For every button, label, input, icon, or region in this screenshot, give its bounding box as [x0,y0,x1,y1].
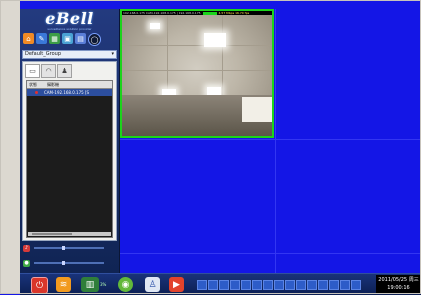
group-select-value: Default_Group [25,51,61,57]
layout-button[interactable] [307,280,317,290]
layout-button[interactable] [329,280,339,290]
record-icon[interactable]: ▦ [49,33,60,44]
cpu-usage: 3% [100,282,107,287]
group-select[interactable]: Default_Group ▾ [22,50,117,59]
device-panel: ▭ ◠ ♟ 状態 攝影機 CAM-192.168.0.175 [S [22,61,117,241]
user-icon[interactable]: ♙ [145,277,160,292]
playback-icon[interactable]: ▤ [75,33,86,44]
layout-button[interactable] [230,280,240,290]
layout-button[interactable] [340,280,350,290]
grid-divider [120,139,421,140]
grid-divider [120,253,421,254]
mic-volume-knob[interactable] [62,261,65,265]
camera-list: 状態 攝影機 CAM-192.168.0.175 [S [26,80,113,238]
logo-text: eBell [45,9,94,28]
mic-volume-row: ● [23,258,117,268]
layout-button[interactable] [241,280,251,290]
clock-time: 19:00:16 [387,285,410,291]
camera-status-icon [35,91,38,94]
mic-volume-slider[interactable] [34,261,104,265]
clock-display: 2011/05/25 周三 19:00:16 [376,275,421,294]
channel-layout-buttons [197,280,372,290]
network-icon[interactable]: ≋ [56,277,71,292]
power-icon[interactable]: ⏻ [31,277,48,294]
layout-button[interactable] [252,280,262,290]
grid-divider [275,9,276,273]
speaker-volume-row: ♪ [23,243,117,253]
camera-list-header: 状態 攝影機 [27,81,112,89]
layout-button[interactable] [219,280,229,290]
microphone-icon[interactable]: ● [23,259,30,267]
column-header-camera: 攝影機 [47,82,59,87]
ceiling-line [122,45,272,46]
ceiling-line [222,15,223,95]
chevron-down-icon: ▾ [111,51,114,57]
layout-button[interactable] [263,280,273,290]
layout-button[interactable] [274,280,284,290]
cpu-meter-icon: ▥ [81,277,99,292]
ceiling-line [167,15,168,95]
horizontal-scrollbar[interactable] [28,232,111,236]
display-icon[interactable]: ▣ [62,33,73,44]
column-header-status: 状態 [29,82,37,87]
app-logo: eBell surveillance solution provider [20,9,119,32]
camera-name: CAM-192.168.0.175 [S [44,90,90,95]
video-tile-1[interactable]: 192.168.0.175 CAM-192.168.0.175 | 192.16… [120,9,274,138]
scrollbar-thumb[interactable] [32,233,72,235]
home-icon[interactable]: ⌂ [23,33,34,44]
toolbar: ⌂ ✎ ▦ ▣ ▤ ◯ [23,33,118,47]
speaker-volume-knob[interactable] [62,246,65,250]
ceiling-line [122,70,272,71]
tab-camera-list[interactable]: ▭ [25,64,40,78]
layout-button[interactable] [197,280,207,290]
layout-button[interactable] [318,280,328,290]
ceiling-lamp [204,33,226,47]
bright-window [242,97,272,122]
lock-icon[interactable]: ◯ [88,33,101,46]
camera-feed-image [122,15,272,136]
control-panel: eBell surveillance solution provider ⌂ ✎… [20,9,120,273]
speaker-volume-slider[interactable] [34,246,104,250]
tab-emap[interactable]: ♟ [57,64,72,78]
logo-tagline: surveillance solution provider [47,27,92,31]
clock-date: 2011/05/25 周三 [378,277,419,283]
layout-button[interactable] [296,280,306,290]
globe-icon[interactable]: ◉ [118,277,133,292]
ceiling-lamp [150,23,160,29]
speaker-icon[interactable]: ♪ [23,244,30,252]
layout-button[interactable] [285,280,295,290]
bottom-toolbar: ⏻ ≋ ▥ 3% ◉ ♙ ▶ 2011/05/25 周三 19:00:16 [20,273,421,295]
tab-ptz[interactable]: ◠ [41,64,56,78]
settings-icon[interactable]: ✎ [36,33,47,44]
left-margin [0,0,20,294]
panel-tabs: ▭ ◠ ♟ [25,64,72,78]
media-player-icon[interactable]: ▶ [169,277,184,292]
ceiling-lamp [207,87,221,95]
video-grid: 192.168.0.175 CAM-192.168.0.175 | 192.16… [120,9,421,273]
layout-button[interactable] [351,280,361,290]
layout-button[interactable] [208,280,218,290]
camera-row[interactable]: CAM-192.168.0.175 [S [27,89,112,96]
